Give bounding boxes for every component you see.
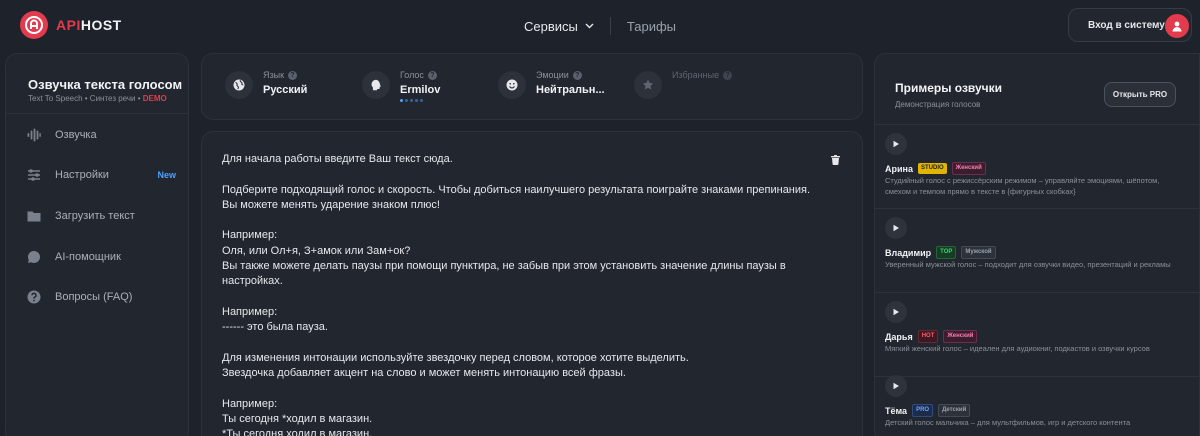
logo-icon: [20, 11, 48, 39]
voice-description: Мягкий женский голос – идеален для аудио…: [885, 344, 1150, 353]
pager-dot[interactable]: [405, 99, 408, 102]
voice-description: Студийный голос с режиссёрским режимом –…: [885, 176, 1160, 196]
param-value: Нейтральн...: [536, 84, 605, 96]
play-icon: [893, 140, 899, 148]
language-selector[interactable]: Язык? Русский: [225, 70, 308, 99]
emotion-selector[interactable]: Эмоции? Нейтральн...: [498, 70, 605, 99]
pager-dot[interactable]: [410, 99, 413, 102]
sidebar-item-upload[interactable]: Загрузить текст: [26, 205, 176, 227]
sidebar-subtitle: Text To Speech • Синтез речи • DEMO: [28, 94, 167, 103]
voice-gender-tag: Мужской: [961, 246, 996, 259]
param-value: Русский: [263, 84, 308, 96]
chevron-down-icon: [585, 23, 594, 29]
voice-selector[interactable]: Голос? Ermilov: [362, 70, 441, 102]
sidebar-title: Озвучка текста голосом: [28, 77, 183, 92]
voice-tag: PRO: [912, 404, 934, 417]
param-label: Голос?: [400, 70, 440, 80]
play-button[interactable]: [885, 217, 907, 239]
play-button[interactable]: [885, 301, 907, 323]
open-pro-button[interactable]: Открыть PRO: [1104, 82, 1176, 107]
head-icon: [362, 71, 390, 99]
sidebar-item-label: Вопросы (FAQ): [55, 291, 133, 303]
nav-divider: [609, 17, 611, 35]
sidebar-item-label: Озвучка: [55, 129, 97, 141]
help-icon[interactable]: ?: [427, 70, 437, 80]
sidebar-item-label: AI-помощник: [55, 251, 121, 263]
sidebar-divider: [6, 113, 188, 114]
demo-badge: DEMO: [142, 94, 167, 103]
play-button[interactable]: [885, 375, 907, 397]
smile-icon: [498, 71, 526, 99]
voice-tag: TOP: [936, 246, 957, 259]
sidebar: Озвучка текста голосом Text To Speech • …: [5, 53, 189, 436]
top-header: APIHOST Сервисы Тарифы Вход в систему: [0, 0, 1200, 50]
param-value: Ermilov: [400, 84, 441, 96]
param-label: Избранные?: [672, 70, 733, 80]
play-icon: [893, 224, 899, 232]
text-editor-panel: Для начала работы введите Ваш текст сюда…: [201, 131, 863, 436]
voice-name: Тёма: [885, 405, 908, 416]
voice-gender-tag: Женский: [943, 330, 978, 343]
waveform-icon: [26, 127, 42, 143]
play-icon: [893, 308, 899, 316]
voice-tag: HOT: [917, 330, 939, 343]
sidebar-item-voiceover[interactable]: Озвучка: [26, 124, 176, 146]
pager-dot[interactable]: [420, 99, 423, 102]
folder-icon: [26, 208, 42, 224]
voice-examples-panel: Примеры озвучки Демонстрация голосов Отк…: [874, 53, 1200, 436]
voice-params-bar: Язык? Русский Голос? Ermilov Эмоции? Ней…: [201, 53, 863, 120]
trash-icon[interactable]: [831, 152, 840, 170]
play-icon: [893, 382, 899, 390]
sidebar-item-faq[interactable]: Вопросы (FAQ): [26, 286, 176, 308]
star-icon: [634, 71, 662, 99]
help-icon[interactable]: ?: [723, 70, 733, 80]
logo-text: APIHOST: [56, 17, 122, 33]
pager-dot[interactable]: [415, 99, 418, 102]
chat-icon: [26, 249, 42, 265]
logo[interactable]: APIHOST: [20, 11, 122, 39]
favorites-selector[interactable]: Избранные?: [634, 70, 733, 99]
voice-gender-tag: Женский: [951, 162, 986, 175]
pager-dot[interactable]: [400, 99, 403, 102]
user-icon: [1165, 14, 1189, 38]
voice-card: Владимир TOP Мужской Уверенный мужской г…: [875, 209, 1200, 293]
sliders-icon: [26, 167, 42, 183]
voice-description: Уверенный мужской голос – подходит для о…: [885, 260, 1171, 269]
voice-gender-tag: Детский: [938, 404, 971, 417]
sidebar-item-ai-assistant[interactable]: AI-помощник: [26, 246, 176, 268]
login-button[interactable]: Вход в систему: [1068, 8, 1192, 42]
login-label: Вход в систему: [1088, 19, 1165, 31]
main-nav: Сервисы Тарифы: [524, 17, 676, 35]
play-button[interactable]: [885, 133, 907, 155]
sidebar-item-label: Загрузить текст: [55, 210, 135, 222]
voice-name: Владимир: [885, 247, 932, 258]
voice-pager-dots[interactable]: [400, 99, 440, 102]
sidebar-item-settings[interactable]: Настройки New: [26, 164, 176, 186]
voice-name: Арина: [885, 163, 913, 174]
question-icon: [26, 289, 42, 305]
help-icon[interactable]: ?: [572, 70, 582, 80]
voice-description: Детский голос мальчика – для мультфильмо…: [885, 418, 1131, 427]
voice-name: Дарья: [885, 331, 913, 342]
help-icon[interactable]: ?: [288, 70, 298, 80]
voice-card: Арина STUDIO Женский Студийный голос с р…: [875, 125, 1200, 209]
new-badge: New: [157, 170, 176, 180]
voice-card: Дарья HOT Женский Мягкий женский голос –…: [875, 293, 1200, 377]
examples-subtitle: Демонстрация голосов: [895, 100, 981, 109]
param-label: Язык?: [263, 70, 307, 80]
voice-tag: STUDIO: [917, 163, 947, 174]
nav-services[interactable]: Сервисы: [524, 19, 594, 34]
examples-title: Примеры озвучки: [895, 81, 1003, 95]
nav-pricing[interactable]: Тарифы: [627, 19, 676, 34]
param-label: Эмоции?: [536, 70, 605, 80]
voice-card: Тёма PRO Детский Детский голос мальчика …: [875, 367, 1200, 436]
globe-icon: [225, 71, 253, 99]
sidebar-item-label: Настройки: [55, 169, 109, 181]
text-editor[interactable]: Для начала работы введите Ваш текст сюда…: [222, 152, 822, 436]
